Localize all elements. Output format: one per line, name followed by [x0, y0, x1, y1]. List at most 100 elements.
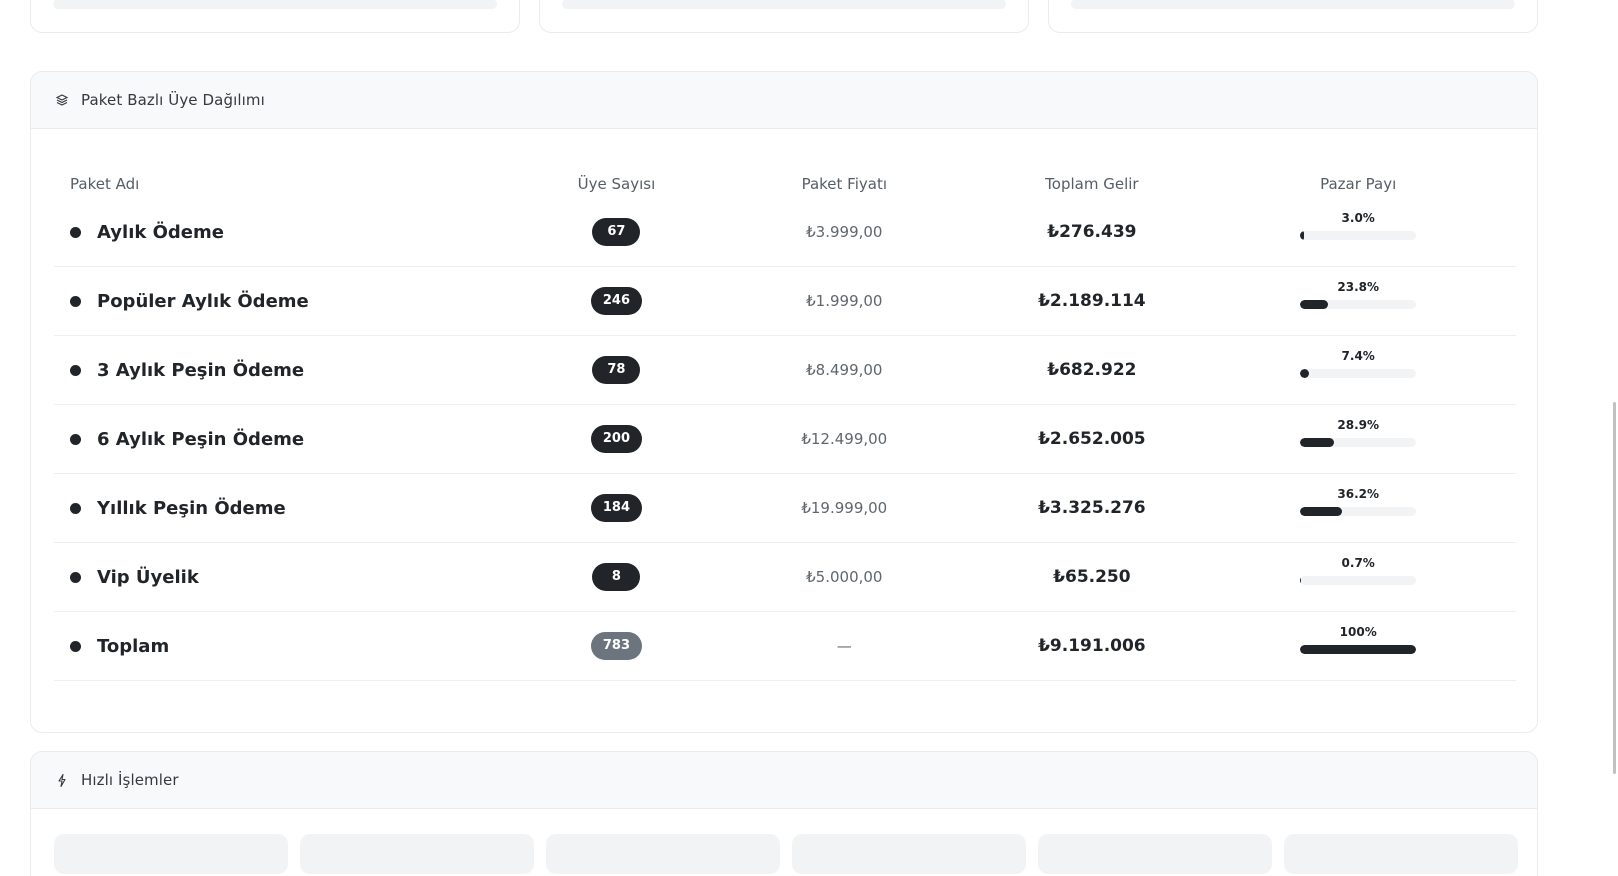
quick-actions-card: Hızlı İşlemler — [30, 751, 1538, 876]
table-row: Vip Üyelik 8 ₺5.000,00 ₺65.250 0.7% — [54, 543, 1516, 612]
market-share-fill — [1300, 506, 1343, 516]
table-row: 6 Aylık Peşin Ödeme 200 ₺12.499,00 ₺2.652.0… — [54, 405, 1516, 474]
market-share-label: 28.9% — [1337, 417, 1380, 432]
market-share-label: 3.0% — [1341, 210, 1375, 225]
column-header-name[interactable]: Paket Adı — [54, 175, 528, 193]
market-share-cell: 23.8% — [1200, 280, 1516, 309]
member-count-badge: 8 — [592, 563, 641, 591]
stat-card-bar — [1071, 0, 1515, 9]
package-price: ₺3.999,00 — [806, 223, 883, 241]
market-share-label: 23.8% — [1337, 279, 1380, 294]
market-share-fill — [1300, 644, 1417, 654]
lightning-icon — [55, 773, 69, 787]
quick-action-button[interactable] — [54, 834, 288, 874]
package-name-cell: Aylık Ödeme — [54, 222, 528, 243]
page-scrollbar[interactable] — [1608, 0, 1618, 876]
package-name: Toplam — [97, 635, 170, 657]
package-price: ₺5.000,00 — [806, 568, 883, 586]
bullet-icon — [70, 364, 81, 376]
package-name-cell: Vip Üyelik — [54, 567, 528, 588]
member-count-cell: 200 — [528, 425, 706, 453]
table-row: 3 Aylık Peşin Ödeme 78 ₺8.499,00 ₺682.922 7.… — [54, 336, 1516, 405]
market-share-cell: 7.4% — [1200, 349, 1516, 378]
membership-distribution-card: Paket Bazlı Üye Dağılımı Paket Adı Üye S… — [30, 71, 1538, 733]
package-name-cell: Toplam — [54, 636, 528, 657]
total-revenue: ₺65.250 — [1053, 567, 1131, 587]
stat-card-bar — [562, 0, 1006, 9]
total-revenue: ₺682.922 — [1047, 360, 1137, 380]
package-name-cell: Popüler Aylık Ödeme — [54, 291, 528, 312]
total-revenue: ₺2.189.114 — [1038, 291, 1146, 311]
layers-icon — [55, 93, 69, 107]
stat-card — [1048, 0, 1538, 33]
package-name: Popüler Aylık Ödeme — [97, 290, 309, 312]
table-row: Yıllık Peşin Ödeme 184 ₺19.999,00 ₺3.325.27… — [54, 474, 1516, 543]
quick-action-button[interactable] — [546, 834, 780, 874]
card-header: Hızlı İşlemler — [31, 752, 1537, 809]
market-share-fill — [1300, 575, 1301, 585]
table-header: Paket Adı Üye Sayısı Paket Fiyatı Toplam… — [54, 158, 1516, 198]
total-revenue: ₺9.191.006 — [1038, 636, 1146, 656]
market-share-bar — [1300, 644, 1417, 654]
package-price: ₺19.999,00 — [801, 499, 888, 517]
package-name: 6 Aylık Peşin Ödeme — [97, 428, 305, 450]
column-header-count[interactable]: Üye Sayısı — [528, 175, 706, 193]
scrollbar-thumb[interactable] — [1613, 402, 1616, 774]
market-share-cell: 3.0% — [1200, 211, 1516, 240]
table-row: Popüler Aylık Ödeme 246 ₺1.999,00 ₺2.189.11… — [54, 267, 1516, 336]
package-price: ₺1.999,00 — [806, 292, 883, 310]
member-count-cell: 67 — [528, 218, 706, 246]
table-row: Toplam 783 — ₺9.191.006 100% — [54, 612, 1516, 681]
member-count-badge: 200 — [590, 425, 643, 453]
member-count-cell: 8 — [528, 563, 706, 591]
member-count-badge: 78 — [592, 356, 641, 384]
column-header-share[interactable]: Pazar Payı — [1200, 175, 1516, 193]
column-header-total[interactable]: Toplam Gelir — [983, 175, 1200, 193]
member-count-badge: 783 — [590, 632, 643, 660]
bullet-icon — [70, 502, 81, 514]
bullet-icon — [70, 571, 81, 583]
bullet-icon — [70, 640, 81, 652]
quick-action-button[interactable] — [1284, 834, 1518, 874]
package-name: 3 Aylık Peşin Ödeme — [97, 359, 305, 381]
package-name-cell: Yıllık Peşin Ödeme — [54, 498, 528, 519]
member-count-badge: 67 — [592, 218, 641, 246]
package-name: Yıllık Peşin Ödeme — [97, 497, 286, 519]
market-share-cell: 28.9% — [1200, 418, 1516, 447]
market-share-bar — [1300, 506, 1417, 516]
total-revenue: ₺3.325.276 — [1038, 498, 1146, 518]
member-count-cell: 246 — [528, 287, 706, 315]
quick-action-button[interactable] — [300, 834, 534, 874]
package-name-cell: 3 Aylık Peşin Ödeme — [54, 360, 528, 381]
market-share-label: 36.2% — [1337, 486, 1380, 501]
market-share-label: 0.7% — [1341, 555, 1375, 570]
dashboard-page: Paket Bazlı Üye Dağılımı Paket Adı Üye S… — [0, 0, 1618, 876]
package-name: Aylık Ödeme — [97, 221, 224, 243]
column-header-price[interactable]: Paket Fiyatı — [705, 175, 983, 193]
member-count-cell: 783 — [528, 632, 706, 660]
market-share-bar — [1300, 230, 1417, 240]
stat-card — [30, 0, 520, 33]
stat-card-bar — [53, 0, 497, 9]
member-count-cell: 184 — [528, 494, 706, 522]
bullet-icon — [70, 433, 81, 445]
market-share-cell: 36.2% — [1200, 487, 1516, 516]
total-revenue: ₺2.652.005 — [1038, 429, 1146, 449]
stat-card — [539, 0, 1029, 33]
market-share-bar — [1300, 437, 1417, 447]
quick-action-button[interactable] — [1038, 834, 1272, 874]
bullet-icon — [70, 226, 81, 238]
market-share-fill — [1300, 368, 1309, 378]
market-share-bar — [1300, 368, 1417, 378]
card-header: Paket Bazlı Üye Dağılımı — [31, 72, 1537, 129]
quick-action-button[interactable] — [792, 834, 1026, 874]
total-revenue: ₺276.439 — [1047, 222, 1137, 242]
card-title: Hızlı İşlemler — [81, 771, 179, 789]
market-share-bar — [1300, 575, 1417, 585]
member-count-cell: 78 — [528, 356, 706, 384]
market-share-cell: 0.7% — [1200, 556, 1516, 585]
market-share-bar — [1300, 299, 1417, 309]
package-table: Paket Adı Üye Sayısı Paket Fiyatı Toplam… — [54, 158, 1516, 681]
table-body: Aylık Ödeme 67 ₺3.999,00 ₺276.439 3.0% Popüle… — [54, 198, 1516, 681]
market-share-label: 100% — [1339, 624, 1377, 639]
